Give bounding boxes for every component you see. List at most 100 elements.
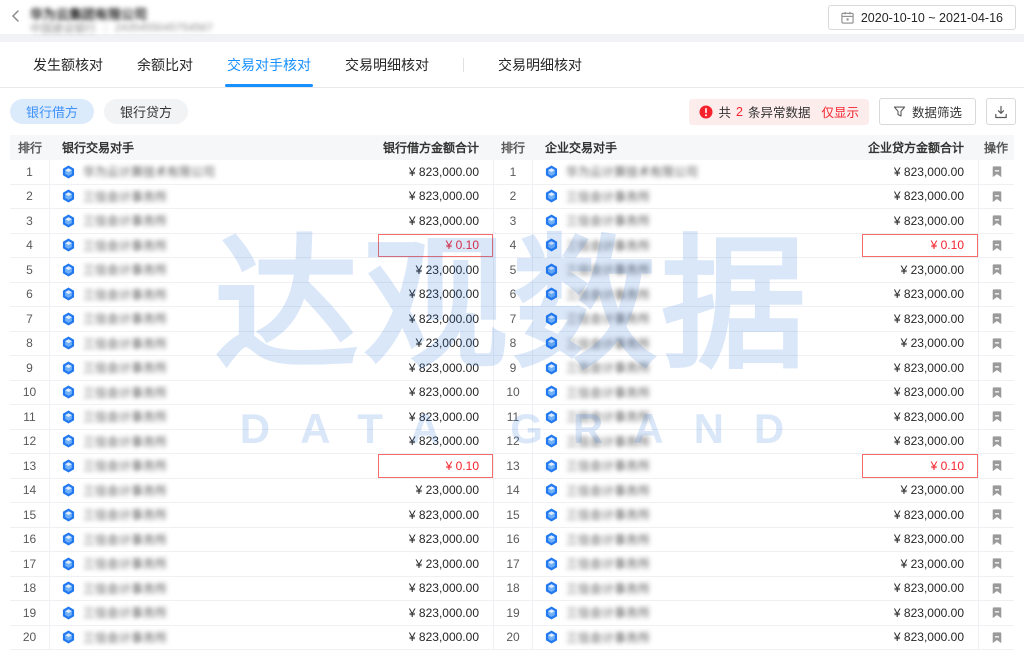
bookmark-action[interactable] <box>978 405 1014 429</box>
enterprise-rank: 19 <box>493 601 533 625</box>
bookmark-action[interactable] <box>978 209 1014 233</box>
enterprise-counterparty-cell: 三信会计事务所 <box>533 601 862 625</box>
bookmark-action[interactable] <box>978 307 1014 331</box>
organization-icon <box>545 508 558 522</box>
enterprise-counterparty-name: 三信会计事务所 <box>566 408 650 425</box>
col-enterprise-rank: 排行 <box>493 135 533 160</box>
only-show-link[interactable]: 仅显示 <box>821 102 859 121</box>
bookmark-action[interactable] <box>978 185 1014 209</box>
bank-counterparty-cell: 三信会计事务所 <box>50 454 378 478</box>
pill-2[interactable]: 银行贷方 <box>104 99 188 124</box>
organization-icon <box>545 263 558 277</box>
data-filter-button[interactable]: 数据筛选 <box>879 98 976 125</box>
date-range-picker[interactable]: 2020-10-10 ~ 2021-04-16 <box>828 5 1016 30</box>
bookmark-action[interactable] <box>978 528 1014 552</box>
tab-bar: 发生额核对余额比对交易对手核对交易明细核对交易明细核对 <box>0 42 1024 88</box>
bank-rank: 9 <box>10 356 50 380</box>
bank-counterparty-name: 三信会计事务所 <box>83 286 167 303</box>
bookmark-action[interactable] <box>978 356 1014 380</box>
table-body: 1 华为云计算技术有限公司 ¥ 823,000.00 1 华为云计算技术有限公司… <box>10 160 1014 650</box>
pill-1[interactable]: 银行借方 <box>10 99 94 124</box>
bookmark-action[interactable] <box>978 626 1014 650</box>
enterprise-counterparty-name: 三信会计事务所 <box>566 555 650 572</box>
bank-counterparty-cell: 三信会计事务所 <box>50 283 378 307</box>
bank-counterparty-cell: 三信会计事务所 <box>50 528 378 552</box>
bookmark-action[interactable] <box>978 479 1014 503</box>
bank-counterparty-name: 三信会计事务所 <box>83 629 167 646</box>
table-row: 6 三信会计事务所 ¥ 823,000.00 6 三信会计事务所 ¥ 823,0… <box>10 283 1014 308</box>
bank-amount: ¥ 0.10 <box>378 234 493 258</box>
bank-counterparty-cell: 三信会计事务所 <box>50 479 378 503</box>
table-row: 13 三信会计事务所 ¥ 0.10 13 三信会计事务所 ¥ 0.10 <box>10 454 1014 479</box>
enterprise-counterparty-cell: 三信会计事务所 <box>533 528 862 552</box>
bookmark-action[interactable] <box>978 454 1014 478</box>
bank-counterparty-name: 三信会计事务所 <box>83 384 167 401</box>
bank-counterparty-cell: 三信会计事务所 <box>50 307 378 331</box>
tab-3[interactable]: 交易对手核对 <box>227 42 311 87</box>
bookmark-action[interactable] <box>978 381 1014 405</box>
bank-amount: ¥ 823,000.00 <box>378 528 493 552</box>
organization-icon <box>62 238 75 252</box>
organization-icon <box>545 483 558 497</box>
bank-counterparty-name: 三信会计事务所 <box>83 580 167 597</box>
bookmark-action[interactable] <box>978 577 1014 601</box>
bank-counterparty-name: 三信会计事务所 <box>83 457 167 474</box>
bookmark-action[interactable] <box>978 601 1014 625</box>
bookmark-action[interactable] <box>978 430 1014 454</box>
enterprise-amount: ¥ 823,000.00 <box>862 283 978 307</box>
enterprise-amount: ¥ 823,000.00 <box>862 430 978 454</box>
organization-icon <box>62 287 75 301</box>
organization-icon <box>545 312 558 326</box>
tab-5[interactable]: 交易明细核对 <box>498 42 582 87</box>
enterprise-amount: ¥ 823,000.00 <box>862 209 978 233</box>
table-row: 2 三信会计事务所 ¥ 823,000.00 2 三信会计事务所 ¥ 823,0… <box>10 185 1014 210</box>
enterprise-rank: 12 <box>493 430 533 454</box>
bank-counterparty-cell: 三信会计事务所 <box>50 185 378 209</box>
bank-rank: 10 <box>10 381 50 405</box>
account-subline: 中国建设银行 | 2435455045754567 <box>30 20 213 36</box>
bank-rank: 1 <box>10 160 50 184</box>
bookmark-icon <box>991 606 1003 619</box>
bookmark-action[interactable] <box>978 503 1014 527</box>
bookmark-action[interactable] <box>978 283 1014 307</box>
enterprise-counterparty-name: 三信会计事务所 <box>566 335 650 352</box>
tab-4[interactable]: 交易明细核对 <box>345 42 429 87</box>
bookmark-icon <box>991 582 1003 595</box>
enterprise-rank: 15 <box>493 503 533 527</box>
col-action: 操作 <box>978 135 1014 160</box>
organization-icon <box>62 581 75 595</box>
organization-icon <box>62 459 75 473</box>
bank-rank: 2 <box>10 185 50 209</box>
organization-icon <box>545 238 558 252</box>
enterprise-rank: 13 <box>493 454 533 478</box>
bookmark-action[interactable] <box>978 332 1014 356</box>
organization-icon <box>545 385 558 399</box>
enterprise-rank: 3 <box>493 209 533 233</box>
bookmark-icon <box>991 631 1003 644</box>
organization-icon <box>545 361 558 375</box>
bank-amount: ¥ 823,000.00 <box>378 626 493 650</box>
bookmark-action[interactable] <box>978 258 1014 282</box>
back-icon[interactable] <box>9 9 23 23</box>
table-row: 16 三信会计事务所 ¥ 823,000.00 16 三信会计事务所 ¥ 823… <box>10 528 1014 553</box>
anomaly-suffix: 条异常数据 <box>748 102 811 121</box>
bank-counterparty-cell: 三信会计事务所 <box>50 626 378 650</box>
enterprise-rank: 10 <box>493 381 533 405</box>
bookmark-action[interactable] <box>978 552 1014 576</box>
funnel-icon <box>893 105 906 118</box>
bank-rank: 11 <box>10 405 50 429</box>
bank-rank: 4 <box>10 234 50 258</box>
tab-1[interactable]: 发生额核对 <box>33 42 103 87</box>
bookmark-icon <box>991 263 1003 276</box>
bookmark-action[interactable] <box>978 160 1014 184</box>
tab-2[interactable]: 余额比对 <box>137 42 193 87</box>
organization-icon <box>62 410 75 424</box>
bank-rank: 15 <box>10 503 50 527</box>
enterprise-amount: ¥ 23,000.00 <box>862 479 978 503</box>
table-row: 14 三信会计事务所 ¥ 23,000.00 14 三信会计事务所 ¥ 23,0… <box>10 479 1014 504</box>
bank-counterparty-name: 三信会计事务所 <box>83 433 167 450</box>
bookmark-action[interactable] <box>978 234 1014 258</box>
download-button[interactable] <box>986 98 1016 125</box>
enterprise-rank: 17 <box>493 552 533 576</box>
enterprise-counterparty-name: 三信会计事务所 <box>566 237 650 254</box>
